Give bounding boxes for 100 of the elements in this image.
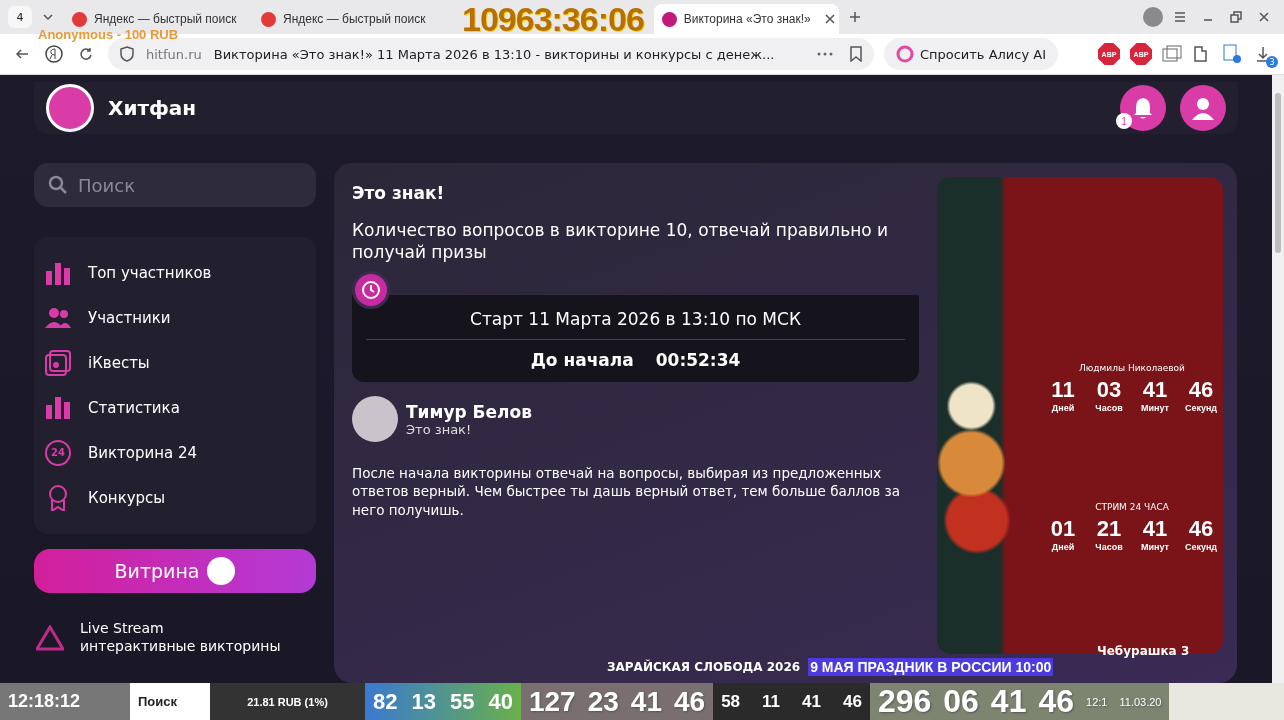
timer-title: Людмилы Николаевой (1079, 363, 1185, 373)
shield-icon (120, 46, 134, 62)
video-caption: Чебурашка 3 (1097, 644, 1190, 658)
counter-digits: 82 (373, 688, 398, 715)
timer-value: 21 (1096, 516, 1122, 542)
timer-value: 41 (1142, 516, 1168, 542)
tab-title: Яндекс — быстрый поиск (94, 12, 238, 26)
timer-value: 46 (1188, 516, 1214, 542)
showcase-button[interactable]: Витрина (34, 549, 316, 593)
counter-digits: 40 (488, 688, 513, 715)
countdown-value: 00:52:34 (655, 350, 741, 371)
counter-digits: 55 (449, 688, 475, 715)
browser-tab[interactable]: Яндекс — быстрый поиск (253, 4, 438, 34)
countdown-label: До начала (530, 350, 634, 371)
search-field[interactable]: Поиск (34, 163, 316, 207)
profile-button[interactable] (1180, 85, 1226, 131)
counter-digits: 46 (1038, 683, 1075, 720)
ticker-highlight: 9 МАЯ ПРАЗДНИК В РОССИИ 10:00 (808, 658, 1054, 676)
timer-unit: Минут (1141, 542, 1169, 552)
timer-value: 11 (1051, 377, 1075, 403)
nav-item[interactable]: Топ участников (44, 259, 306, 288)
address-bar[interactable]: hitfun.ru Викторина «Это знак!» 11 Марта 2026 в 13:10 - викторины и конкурсы с денеж... (108, 38, 874, 70)
live-subtitle[interactable]: интерактивные викторины (80, 637, 281, 655)
site-logo-text[interactable]: Хитфан (108, 96, 197, 120)
profile-avatar-icon[interactable] (1142, 6, 1164, 28)
timer-unit: Минут (1141, 403, 1169, 413)
plus-icon[interactable] (847, 10, 862, 24)
clock-icon (352, 271, 390, 310)
timer-unit: Часов (1095, 542, 1123, 552)
counter-digits: 46 (842, 691, 862, 712)
donation-total: 21.81 RUB (1%) (247, 695, 328, 708)
timer-value: 01 (1050, 516, 1076, 542)
clock-time: 12:18:12 (8, 691, 81, 712)
browser-tab[interactable]: Викторина «Это знак!» (653, 4, 839, 34)
cards-icon[interactable] (1162, 45, 1182, 63)
more-icon[interactable] (816, 52, 833, 56)
ring-icon: 24 (45, 439, 71, 466)
tray-date: 11.03.20 (1119, 695, 1162, 708)
start-time: Старт 11 Марта 2026 в 13:10 по МСК (366, 309, 905, 341)
author-subtitle: Это знак! (406, 421, 473, 437)
warning-triangle-icon[interactable] (36, 624, 64, 651)
yandex-circle-icon[interactable] (44, 44, 64, 64)
search-icon (48, 175, 68, 195)
timer-title: СТРИМ 24 ЧАСА (1095, 502, 1169, 512)
tray-time: 12:1 (1086, 695, 1108, 708)
ticker-text: ЗАРАЙСКАЯ СЛОБОДА 2026 (607, 660, 801, 674)
back-icon[interactable] (15, 47, 29, 61)
counter-digits: 13 (411, 688, 436, 715)
tab-title: Викторина «Это знак!» (683, 12, 811, 26)
timer-unit: Дней (1051, 542, 1075, 552)
quiz-rules: После начала викторины отвечай на вопросы, выбирая из предложенных ответов верный. Чем быстрее ты дашь верный ответ, тем больше баллов за него получишь. (352, 464, 902, 519)
quiz-description: Количество вопросов в викторине 10, отвечай правильно и получай призы (352, 219, 890, 264)
author-name: Тимур Белов (406, 401, 532, 422)
user-icon (1191, 96, 1215, 120)
counter-digits: 06 (943, 683, 979, 720)
nav-item[interactable]: Статистика (44, 393, 306, 422)
avatar (352, 396, 398, 443)
scrollbar[interactable] (1272, 75, 1284, 683)
restore-icon[interactable] (1229, 10, 1243, 24)
search-label[interactable]: Поиск (138, 694, 177, 709)
counter-digits: 127 (528, 685, 576, 718)
timer-unit: Секунд (1184, 542, 1218, 552)
nav-item[interactable]: Участники (44, 304, 306, 333)
stats-icon (46, 396, 70, 419)
favicon-icon (261, 11, 276, 27)
live-title[interactable]: Live Stream (80, 620, 281, 638)
bar-chart-icon (45, 261, 71, 286)
counter-digits: 296 (877, 683, 932, 720)
timer-unit: Секунд (1184, 403, 1218, 413)
counter-digits: 46 (673, 685, 706, 718)
quiz-title: Это знак! (352, 183, 446, 203)
award-icon (47, 484, 69, 511)
page-title: Викторина «Это знак!» 11 Марта 2026 в 13:10 - викторины и конкурсы с денеж... (213, 46, 776, 62)
counter-digits: 41 (630, 685, 662, 718)
timer-unit: Часов (1095, 403, 1123, 413)
stream-timer: 10963:36:06 (462, 2, 644, 36)
counter-digits: 41 (990, 683, 1027, 720)
menu-icon[interactable] (1173, 10, 1187, 24)
timer-value: 46 (1188, 377, 1214, 403)
users-icon (45, 308, 71, 329)
tab-title: Яндекс — быстрый поиск (283, 12, 427, 26)
download-icon[interactable] (1256, 46, 1270, 62)
notification-count: 1 (1116, 113, 1132, 129)
timer-unit: Дней (1051, 403, 1075, 413)
favicon-icon (72, 11, 87, 27)
nav-item[interactable]: 24 Викторина 24 (44, 438, 306, 467)
bell-icon (1132, 96, 1154, 120)
timer-value: 03 (1096, 377, 1122, 403)
nav-item[interactable]: iКвесты (44, 349, 306, 378)
logo-icon[interactable] (46, 84, 94, 132)
reload-icon[interactable] (79, 47, 93, 61)
close-icon[interactable] (1257, 10, 1271, 24)
download-count: 3 (1266, 56, 1278, 68)
alice-button[interactable]: Спросить Алису AI (883, 38, 1058, 70)
close-icon[interactable] (822, 12, 837, 26)
tab-count[interactable]: 4 (8, 6, 32, 28)
bookmark-icon[interactable] (849, 46, 862, 62)
alice-icon (895, 45, 914, 63)
nav-item[interactable]: Конкурсы (44, 483, 306, 512)
counter-digits: 23 (587, 685, 619, 718)
